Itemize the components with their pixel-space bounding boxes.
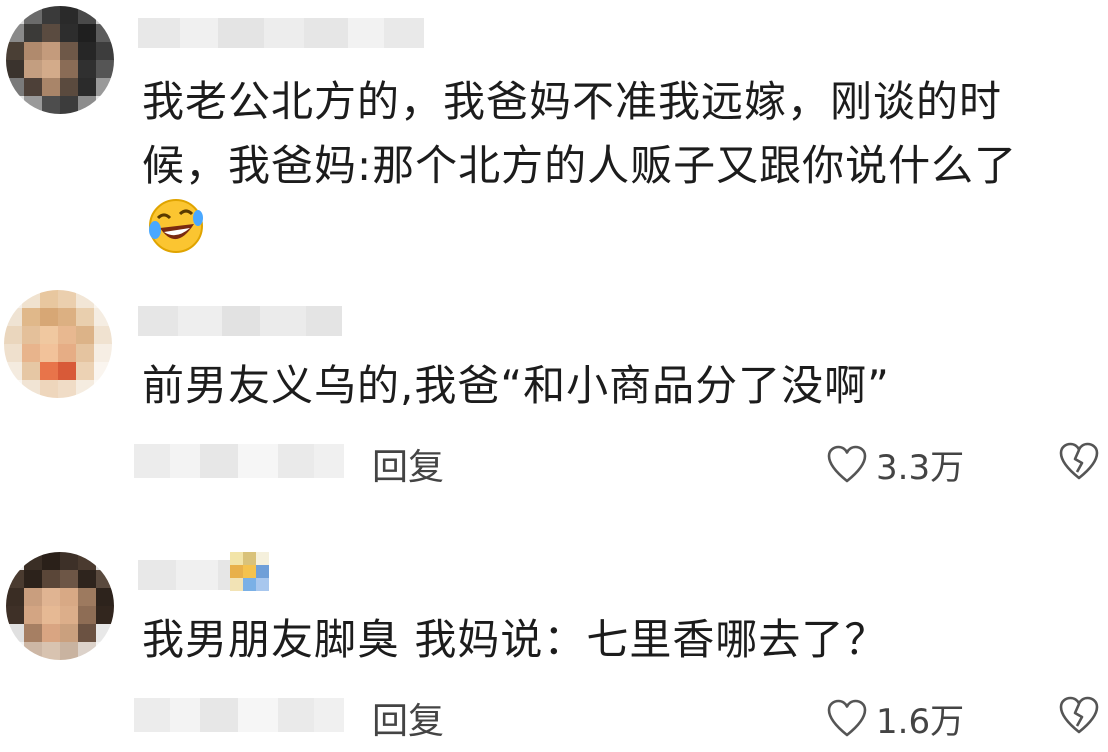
avatar[interactable] [4, 290, 112, 398]
like-count: 1.6万 [876, 702, 965, 742]
comment-text-line: 前男友义乌的,我爸“和小商品分了没啊” [142, 361, 890, 410]
like-count: 3.3万 [876, 448, 965, 488]
reply-button[interactable]: 回复 [372, 692, 444, 744]
comment-text-line: 我老公北方的，我爸妈不准我远嫁，刚谈的时 [142, 77, 1003, 126]
username-blurred[interactable] [138, 18, 424, 48]
reply-button[interactable]: 回复 [372, 438, 444, 490]
username-blurred[interactable] [138, 306, 342, 336]
heart-outline-icon [827, 445, 867, 482]
comment-text: 前男友义乌的,我爸“和小商品分了没啊” [142, 354, 890, 418]
like-button[interactable]: 3.3万 [826, 440, 964, 489]
avatar[interactable] [6, 6, 114, 114]
broken-heart-icon[interactable] [1058, 696, 1100, 736]
comment-text: 我男朋友脚臭 我妈说：七里香哪去了？ [142, 608, 887, 672]
comment-text-line: 我男朋友脚臭 我妈说：七里香哪去了？ [142, 615, 888, 664]
comment-meta-blurred [134, 444, 344, 478]
comment-text: 我老公北方的，我爸妈不准我远嫁，刚谈的时 候，我爸妈:那个北方的人贩子又跟你说什… [142, 70, 1017, 198]
avatar[interactable] [6, 552, 114, 660]
heart-outline-icon [827, 699, 867, 736]
comment-meta-blurred [134, 698, 344, 732]
laughing-crying-emoji-icon [149, 199, 203, 253]
comment-text-line: 候，我爸妈:那个北方的人贩子又跟你说什么了 [142, 141, 1018, 190]
broken-heart-icon[interactable] [1058, 442, 1100, 482]
user-badge-icon [230, 552, 269, 591]
like-button[interactable]: 1.6万 [826, 694, 964, 743]
